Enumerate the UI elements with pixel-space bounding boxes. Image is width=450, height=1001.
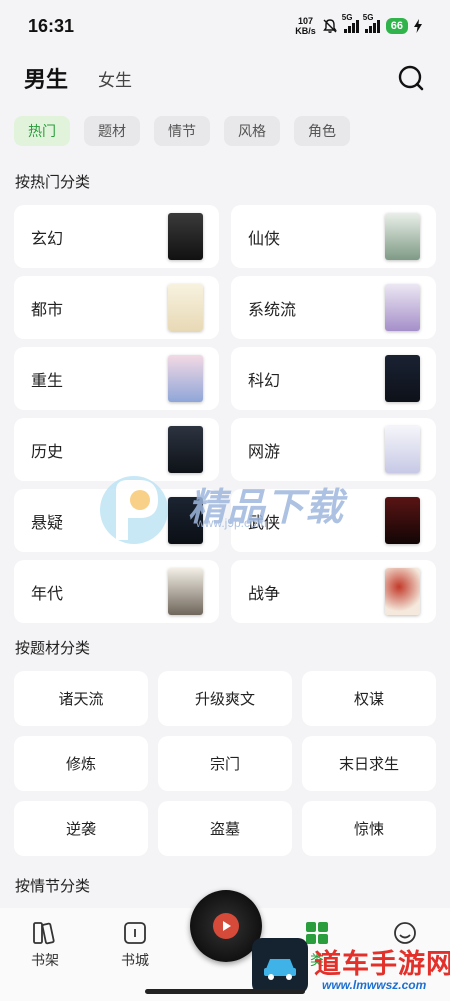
book-cover — [168, 568, 203, 615]
watermark-corner-url: www.lmwwsz.com — [322, 978, 427, 992]
signal-2-label: 5G — [362, 13, 374, 22]
genre-label: 网游 — [248, 443, 281, 461]
genre-card-era[interactable]: 年代 — [14, 560, 219, 623]
theme-card[interactable]: 逆袭 — [14, 801, 148, 856]
genre-card-war[interactable]: 战争 — [231, 560, 436, 623]
status-time: 16:31 — [28, 15, 75, 36]
theme-card[interactable]: 盗墓 — [158, 801, 292, 856]
section-title-plot: 按情节分类 — [15, 878, 91, 895]
section-title-hot: 按热门分类 — [15, 174, 91, 191]
book-cover — [168, 284, 203, 331]
book-cover — [385, 213, 420, 260]
signal-2-icon: 5G — [363, 13, 380, 33]
nav-bookshelf-label: 书架 — [31, 952, 59, 968]
car-icon — [264, 959, 296, 980]
chip-hot[interactable]: 热门 — [14, 116, 70, 146]
net-speed-unit: KB/s — [295, 26, 316, 36]
book-cover — [385, 426, 420, 473]
theme-card[interactable]: 惊悚 — [302, 801, 436, 856]
theme-card[interactable]: 权谋 — [302, 671, 436, 726]
status-icons: 107 KB/s 5G 5G 66 — [295, 13, 422, 36]
watermark-center: 精品下载 www.j9p.com — [96, 470, 356, 555]
book-cover — [168, 213, 203, 260]
genre-label: 仙侠 — [248, 230, 281, 248]
genre-card-system[interactable]: 系统流 — [231, 276, 436, 339]
play-disc-center — [213, 913, 239, 939]
net-speed: 107 KB/s — [295, 16, 316, 36]
genre-card-scifi[interactable]: 科幻 — [231, 347, 436, 410]
book-cover — [385, 284, 420, 331]
home-indicator[interactable] — [145, 989, 305, 994]
nav-bookcity-label: 书城 — [121, 952, 149, 968]
theme-card[interactable]: 诸天流 — [14, 671, 148, 726]
theme-card[interactable]: 升级爽文 — [158, 671, 292, 726]
genre-label: 玄幻 — [31, 230, 64, 248]
tab-male[interactable]: 男生 — [24, 62, 68, 94]
signal-1-label: 5G — [341, 13, 353, 22]
signal-1-icon: 5G — [342, 13, 359, 33]
genre-label: 历史 — [31, 443, 64, 461]
book-cover — [168, 426, 203, 473]
chip-plot[interactable]: 情节 — [154, 116, 210, 146]
genre-label: 战争 — [248, 585, 281, 603]
genre-card-xianxia[interactable]: 仙侠 — [231, 205, 436, 268]
mute-bell-icon — [322, 19, 337, 33]
book-cover — [385, 568, 420, 615]
genre-label: 年代 — [31, 585, 64, 603]
net-speed-value: 107 — [297, 16, 313, 26]
charging-icon — [414, 19, 422, 33]
chip-subject[interactable]: 题材 — [84, 116, 140, 146]
search-button[interactable] — [396, 63, 426, 93]
genre-card-dushi[interactable]: 都市 — [14, 276, 219, 339]
genre-label: 重生 — [31, 372, 64, 390]
watermark-corner-text: 道车手游网 — [314, 949, 450, 979]
genre-label: 都市 — [31, 301, 64, 319]
chip-style[interactable]: 风格 — [224, 116, 280, 146]
theme-card[interactable]: 宗门 — [158, 736, 292, 791]
play-icon — [223, 921, 231, 931]
genre-card-rebirth[interactable]: 重生 — [14, 347, 219, 410]
search-icon — [398, 65, 424, 91]
nav-bookcity[interactable]: 书城 — [105, 920, 165, 970]
genre-grid: 玄幻 仙侠 都市 系统流 重生 科幻 历史 网游 悬疑 武侠 年代 战争 — [14, 205, 436, 623]
genre-card-xuanhuan[interactable]: 玄幻 — [14, 205, 219, 268]
genre-label: 系统流 — [248, 301, 297, 319]
status-bar: 16:31 107 KB/s 5G 5G 66 — [0, 0, 450, 52]
genre-label: 科幻 — [248, 372, 281, 390]
theme-card[interactable]: 末日求生 — [302, 736, 436, 791]
watermark-corner-logo — [252, 938, 308, 994]
genre-label: 悬疑 — [31, 514, 64, 532]
book-cover — [385, 497, 420, 544]
bookshelf-icon — [33, 922, 55, 945]
book-cover — [385, 355, 420, 402]
section-title-theme: 按题材分类 — [15, 640, 91, 657]
nav-bookshelf[interactable]: 书架 — [15, 920, 75, 970]
theme-grid: 诸天流 升级爽文 权谋 修炼 宗门 末日求生 逆袭 盗墓 惊悚 — [14, 671, 436, 856]
header: 男生 女生 — [0, 58, 450, 98]
battery-icon: 66 — [385, 18, 408, 34]
theme-card[interactable]: 修炼 — [14, 736, 148, 791]
chip-role[interactable]: 角色 — [294, 116, 350, 146]
filter-chips: 热门 题材 情节 风格 角色 — [14, 116, 350, 146]
watermark-center-url: www.j9p.com — [196, 516, 267, 530]
tab-female[interactable]: 女生 — [98, 66, 132, 91]
book-cover — [168, 355, 203, 402]
bookcity-icon — [124, 922, 146, 944]
